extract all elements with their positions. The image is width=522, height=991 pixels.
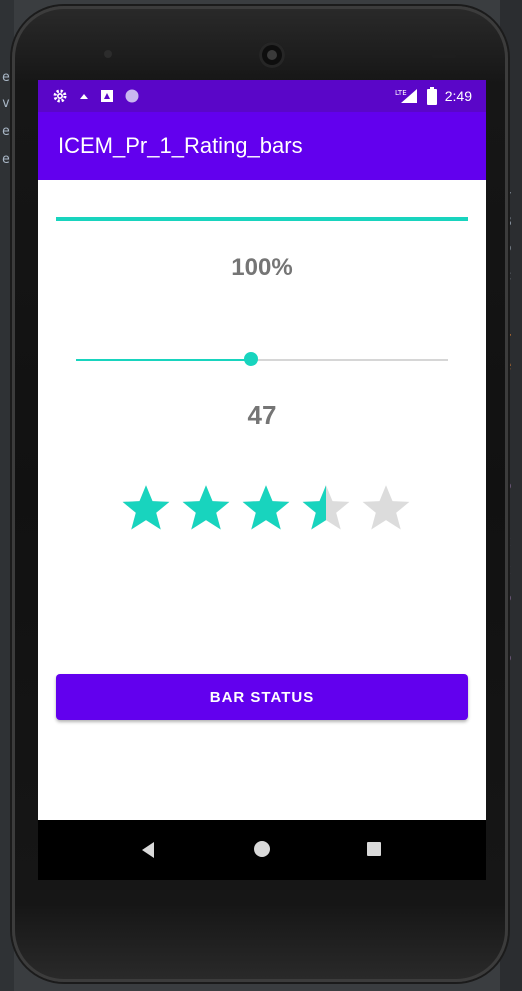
rating-star-icon[interactable] <box>120 482 172 534</box>
rating-star-icon[interactable] <box>360 482 412 534</box>
status-time: 2:49 <box>444 88 472 104</box>
notification-icon <box>80 94 88 99</box>
svg-text:LTE: LTE <box>395 89 407 97</box>
settings-icon <box>53 89 67 103</box>
recents-icon[interactable] <box>367 842 381 856</box>
progress-bar-fill <box>56 217 468 221</box>
rating-star-icon[interactable] <box>240 482 292 534</box>
seek-bar-fill <box>76 359 251 361</box>
app-title: ICEM_Pr_1_Rating_bars <box>58 133 303 158</box>
app-toolbar: ICEM_Pr_1_Rating_bars <box>38 112 486 180</box>
seek-bar[interactable] <box>76 359 448 361</box>
battery-icon <box>426 87 437 105</box>
rating-star-icon[interactable] <box>300 482 352 534</box>
progress-value-text: 100% <box>231 254 293 281</box>
sim-card-icon <box>101 90 113 102</box>
navigation-bar <box>38 820 486 880</box>
proximity-sensor <box>432 54 456 58</box>
front-sensor <box>104 50 112 58</box>
progress-bar <box>56 217 468 221</box>
earpiece-camera <box>259 42 285 68</box>
app-screen: LTE 2:49 ICEM_Pr_1_Rating_bars 100% 47 B… <box>38 80 486 880</box>
status-right-icons: LTE 2:49 <box>395 86 472 106</box>
bar-status-button[interactable]: BAR STATUS <box>56 674 468 720</box>
seek-bar-thumb[interactable] <box>243 352 258 366</box>
status-left-icons <box>52 86 140 106</box>
circle-icon <box>125 89 139 103</box>
status-bar: LTE 2:49 <box>38 80 486 112</box>
seek-value-text: 47 <box>247 400 277 430</box>
rating-bar[interactable] <box>120 482 420 538</box>
back-icon[interactable] <box>142 842 154 858</box>
home-icon[interactable] <box>254 841 270 857</box>
signal-icon: LTE <box>395 89 417 103</box>
rating-star-icon[interactable] <box>180 482 232 534</box>
